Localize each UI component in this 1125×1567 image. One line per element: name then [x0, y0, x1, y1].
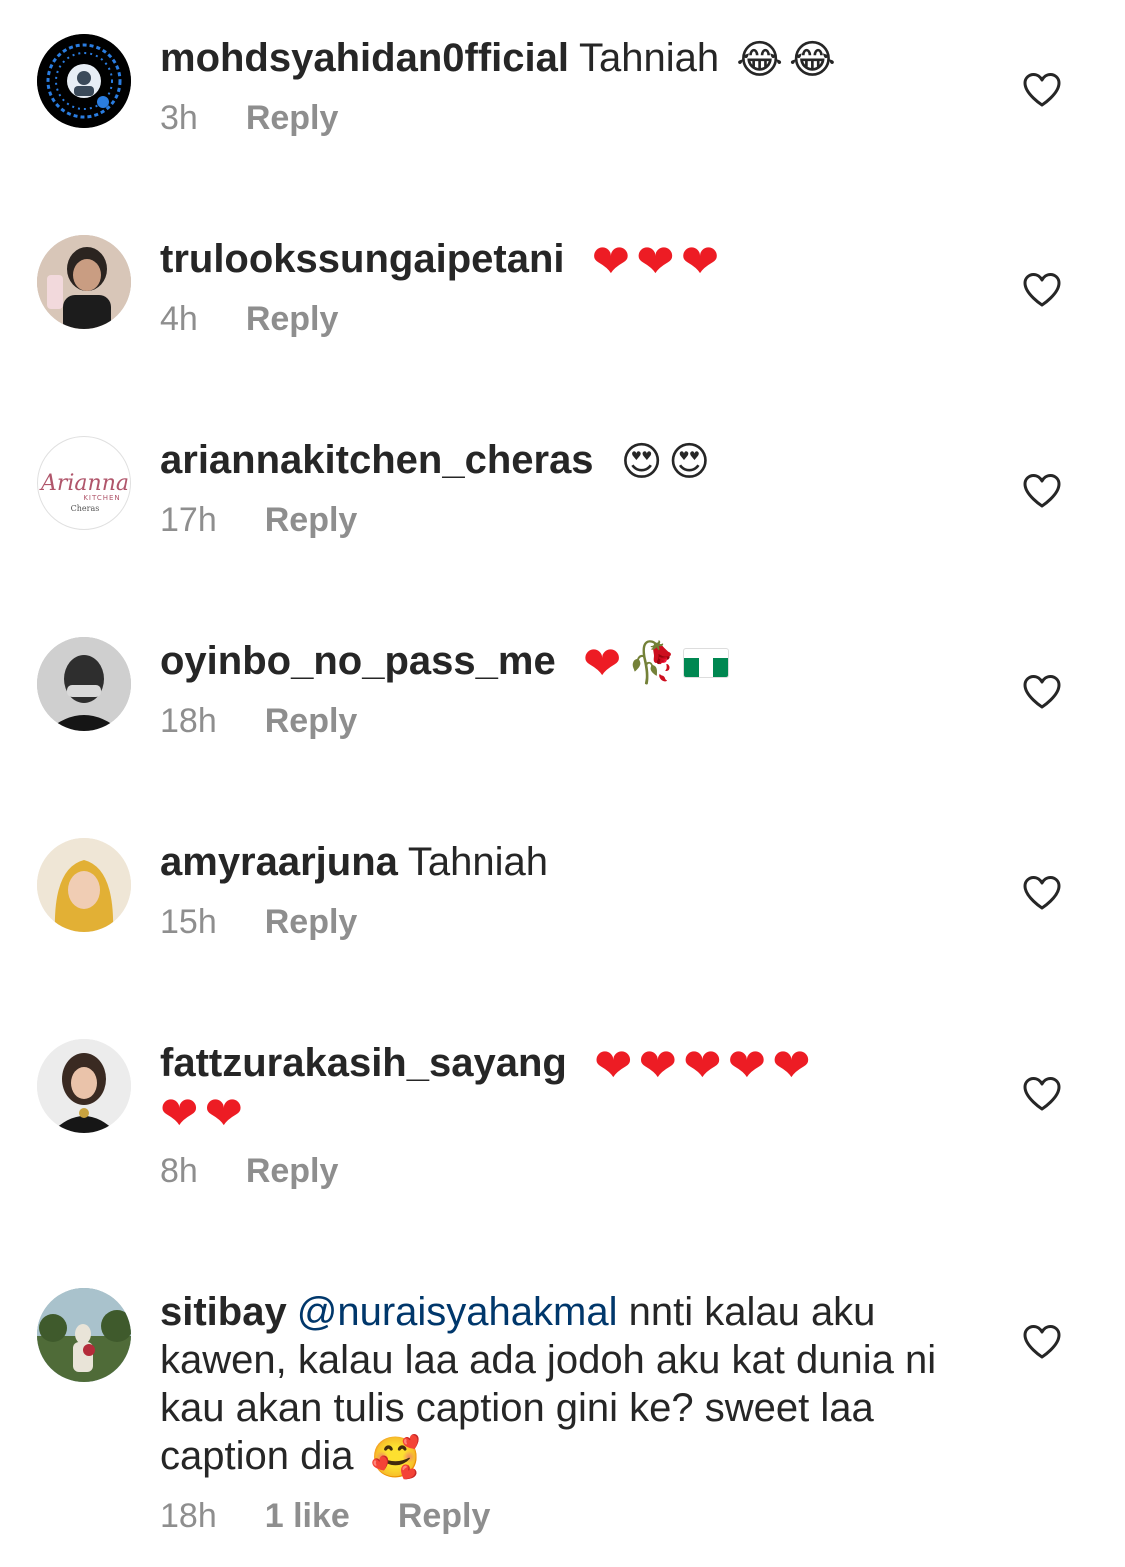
heart-outline-icon	[1022, 1324, 1062, 1360]
comment-time: 17h	[160, 501, 217, 539]
comment-body: sitibay @nuraisyahakmal nnti kalau aku ka…	[160, 1288, 960, 1536]
comment-text: amyraarjuna Tahniah	[160, 838, 960, 886]
emoji-heart: ❤	[160, 1086, 199, 1141]
emoji-heart-eyes: 😍	[668, 439, 711, 486]
emoji-heart: ❤	[683, 1038, 722, 1093]
avatar-logo-text: KITCHEN	[83, 494, 120, 502]
reply-button[interactable]: Reply	[265, 701, 358, 741]
comment-body: mohdsyahidan0fficial Tahniah 😂 😂 3h Reply	[160, 34, 960, 138]
comment-content: Tahniah	[578, 36, 720, 80]
comment-text: oyinbo_no_pass_me ❤ 🥀	[160, 636, 960, 691]
comment-meta: 18h Reply	[160, 701, 960, 741]
nigeria-flag-icon	[683, 648, 730, 679]
comment-text: ariannakitchen_cheras 😍 😍	[160, 436, 960, 484]
reply-button[interactable]: Reply	[246, 299, 339, 339]
reply-button[interactable]: Reply	[246, 1151, 339, 1191]
like-button[interactable]	[1022, 1076, 1062, 1112]
comment-time: 4h	[160, 300, 198, 338]
like-button[interactable]	[1022, 272, 1062, 308]
comment-username[interactable]: trulookssungaipetani	[160, 237, 565, 281]
comment-content: Tahniah	[407, 840, 549, 884]
like-button[interactable]	[1022, 72, 1062, 108]
emoji-smiling-hearts: 🥰	[370, 1435, 421, 1482]
avatar[interactable]	[37, 34, 131, 128]
heart-outline-icon	[1022, 875, 1062, 911]
comment-username[interactable]: fattzurakasih_sayang	[160, 1041, 567, 1085]
comment-meta: 17h Reply	[160, 500, 960, 540]
like-button[interactable]	[1022, 674, 1062, 710]
comment-username[interactable]: ariannakitchen_cheras	[160, 438, 594, 482]
emoji-heart: ❤	[204, 1086, 244, 1141]
comment-username[interactable]: amyraarjuna	[160, 840, 398, 884]
like-button[interactable]	[1022, 1324, 1062, 1360]
emoji-heart: ❤	[591, 234, 631, 289]
like-button[interactable]	[1022, 473, 1062, 509]
comment-text: fattzurakasih_sayang ❤ ❤ ❤ ❤ ❤ ❤ ❤	[160, 1038, 960, 1141]
likes-count-button[interactable]: 1 like	[265, 1496, 350, 1536]
avatar[interactable]	[37, 838, 131, 932]
reply-button[interactable]: Reply	[398, 1496, 491, 1536]
heart-outline-icon	[1022, 72, 1062, 108]
heart-outline-icon	[1022, 272, 1062, 308]
comment-meta: 15h Reply	[160, 902, 960, 942]
emoji-laughing: 😂	[788, 37, 836, 84]
comment-text: sitibay @nuraisyahakmal nnti kalau aku ka…	[160, 1288, 960, 1480]
avatar-logo-text: Cheras	[71, 504, 100, 513]
emoji-heart: ❤	[636, 234, 675, 289]
comment-time: 8h	[160, 1152, 198, 1190]
comment-time: 15h	[160, 903, 217, 941]
comment-body: trulookssungaipetani ❤ ❤ ❤ 4h Reply	[160, 235, 960, 339]
comment-meta: 3h Reply	[160, 98, 960, 138]
comment-time: 18h	[160, 702, 217, 740]
comment-time: 18h	[160, 1497, 217, 1535]
comment-username[interactable]: sitibay	[160, 1290, 287, 1334]
comment-meta: 4h Reply	[160, 299, 960, 339]
emoji-heart: ❤	[680, 234, 720, 289]
comment-body: fattzurakasih_sayang ❤ ❤ ❤ ❤ ❤ ❤ ❤ 8h Reply	[160, 1039, 960, 1191]
emoji-heart: ❤	[727, 1038, 767, 1093]
heart-outline-icon	[1022, 674, 1062, 710]
avatar[interactable]	[37, 637, 131, 731]
reply-button[interactable]: Reply	[265, 902, 358, 942]
comment-body: amyraarjuna Tahniah 15h Reply	[160, 838, 960, 942]
mention-link[interactable]: @nuraisyahakmal	[297, 1290, 618, 1334]
emoji-heart-eyes: 😍	[620, 439, 663, 486]
comment-meta: 18h 1 like Reply	[160, 1496, 960, 1536]
avatar[interactable]	[37, 1039, 131, 1133]
comment-body: oyinbo_no_pass_me ❤ 🥀 18h Reply	[160, 637, 960, 741]
like-button[interactable]	[1022, 875, 1062, 911]
reply-button[interactable]: Reply	[246, 98, 339, 138]
comment-username[interactable]: oyinbo_no_pass_me	[160, 639, 556, 683]
avatar[interactable]: Arianna KITCHEN Cheras	[37, 436, 131, 530]
comment-meta: 8h Reply	[160, 1151, 960, 1191]
emoji-wilted-flower: 🥀	[627, 640, 678, 687]
heart-outline-icon	[1022, 473, 1062, 509]
avatar[interactable]	[37, 1288, 131, 1382]
reply-button[interactable]: Reply	[265, 500, 358, 540]
emoji-heart: ❤	[638, 1038, 678, 1093]
comment-text: trulookssungaipetani ❤ ❤ ❤	[160, 234, 960, 289]
heart-outline-icon	[1022, 1076, 1062, 1112]
emoji-heart: ❤	[772, 1038, 811, 1093]
comment-time: 3h	[160, 99, 198, 137]
avatar-logo-text: Arianna	[39, 471, 129, 496]
emoji-laughing: 😂	[736, 37, 783, 84]
comment-body: ariannakitchen_cheras 😍 😍 17h Reply	[160, 436, 960, 540]
comment-username[interactable]: mohdsyahidan0fficial	[160, 36, 569, 80]
avatar[interactable]	[37, 235, 131, 329]
emoji-heart: ❤	[593, 1038, 633, 1093]
emoji-heart: ❤	[582, 636, 622, 691]
comment-text: mohdsyahidan0fficial Tahniah 😂 😂	[160, 34, 960, 82]
